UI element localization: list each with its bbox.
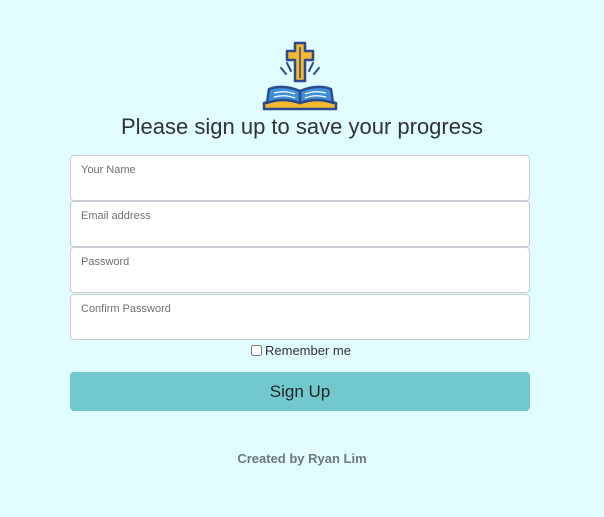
email-field-label: Email address <box>81 210 151 222</box>
confirm-password-field[interactable]: Confirm Password <box>70 294 530 340</box>
page-title: Please sign up to save your progress <box>121 114 483 139</box>
remember-me[interactable]: Remember me <box>251 342 351 358</box>
sign-up-button[interactable]: Sign Up <box>70 372 530 411</box>
email-input[interactable] <box>81 226 517 242</box>
cross-bible-icon <box>262 41 338 111</box>
name-field-label: Your Name <box>81 164 136 176</box>
password-field-label: Password <box>81 256 130 268</box>
footer-credit: Created by Ryan Lim <box>237 451 367 466</box>
confirm-password-field-label: Confirm Password <box>81 303 171 315</box>
name-field[interactable]: Your Name <box>70 155 530 201</box>
remember-me-label: Remember me <box>265 342 351 358</box>
password-field[interactable]: Password <box>70 247 530 293</box>
remember-me-checkbox[interactable] <box>251 344 262 356</box>
name-input[interactable] <box>81 180 517 196</box>
confirm-password-input[interactable] <box>81 319 517 335</box>
email-field[interactable]: Email address <box>70 201 530 247</box>
password-input[interactable] <box>81 272 517 288</box>
